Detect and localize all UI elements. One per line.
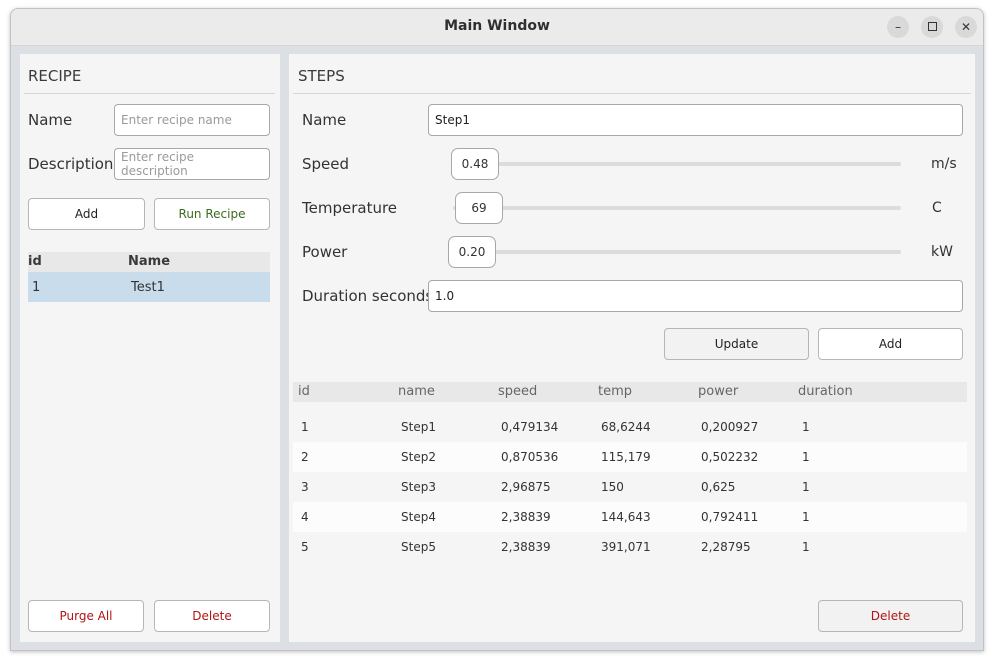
steps-divider	[293, 93, 971, 94]
step-row-speed: 0,870536	[501, 450, 559, 464]
step-row-id: 1	[301, 420, 309, 434]
temperature-slider-handle[interactable]: 69	[455, 192, 503, 224]
purge-all-button[interactable]: Purge All	[28, 600, 144, 632]
step-row-speed: 2,38839	[501, 510, 551, 524]
steps-table-row[interactable]: 1 Step1 0,479134 68,6244 0,200927 1	[293, 412, 967, 442]
steps-table-row[interactable]: 4 Step4 2,38839 144,643 0,792411 1	[293, 502, 967, 532]
steps-table-row[interactable]: 2 Step2 0,870536 115,179 0,502232 1	[293, 442, 967, 472]
step-row-temp: 115,179	[601, 450, 651, 464]
steps-panel: STEPS Name Step1 Speed 0.48 m/s Temperat…	[289, 54, 975, 642]
power-slider-handle[interactable]: 0.20	[448, 236, 496, 268]
step-row-id: 4	[301, 510, 309, 524]
step-row-temp: 150	[601, 480, 624, 494]
recipe-table-header: id Name	[28, 252, 270, 272]
step-name-input[interactable]: Step1	[428, 104, 963, 136]
main-window: Main Window – ✕ RECIPE Name Enter recipe…	[10, 8, 984, 651]
temperature-unit: C	[932, 200, 942, 216]
recipe-row-name: Test1	[131, 280, 165, 295]
steps-table-row[interactable]: 3 Step3 2,96875 150 0,625 1	[293, 472, 967, 502]
recipe-title: RECIPE	[28, 67, 82, 85]
steps-col-duration[interactable]: duration	[798, 384, 853, 399]
step-row-name: Step4	[401, 510, 436, 524]
temperature-slider-track[interactable]	[453, 206, 901, 210]
step-row-temp: 391,071	[601, 540, 651, 554]
recipe-col-name[interactable]: Name	[128, 254, 170, 269]
step-row-name: Step1	[401, 420, 436, 434]
close-icon: ✕	[960, 20, 972, 34]
speed-label: Speed	[302, 155, 350, 173]
step-add-button[interactable]: Add	[818, 328, 963, 360]
step-row-speed: 0,479134	[501, 420, 559, 434]
steps-col-temp[interactable]: temp	[598, 384, 632, 399]
recipe-name-input[interactable]: Enter recipe name	[114, 104, 270, 136]
recipe-description-input[interactable]: Enter recipe description	[114, 148, 270, 180]
recipe-description-label: Description	[28, 155, 114, 173]
step-delete-button[interactable]: Delete	[818, 600, 963, 632]
recipe-row-id: 1	[32, 280, 41, 295]
recipe-panel: RECIPE Name Enter recipe name Descriptio…	[20, 54, 280, 642]
recipe-delete-button[interactable]: Delete	[154, 600, 270, 632]
minimize-button[interactable]: –	[887, 16, 909, 38]
step-row-duration: 1	[802, 450, 810, 464]
steps-table-header: id name speed temp power duration	[293, 382, 967, 402]
step-name-label: Name	[302, 111, 347, 129]
recipe-name-label: Name	[28, 111, 73, 129]
speed-slider-handle[interactable]: 0.48	[451, 148, 499, 180]
step-row-power: 0,625	[701, 480, 736, 494]
duration-label: Duration seconds	[302, 287, 434, 305]
steps-table-row[interactable]: 5 Step5 2,38839 391,071 2,28795 1	[293, 532, 967, 562]
power-slider-track[interactable]	[448, 250, 901, 254]
maximize-icon	[927, 22, 937, 31]
recipe-divider	[24, 93, 275, 94]
title-bar[interactable]: Main Window – ✕	[11, 9, 983, 46]
step-row-speed: 2,38839	[501, 540, 551, 554]
steps-col-power[interactable]: power	[698, 384, 738, 399]
step-row-name: Step3	[401, 480, 436, 494]
power-label: Power	[302, 243, 348, 261]
step-row-id: 2	[301, 450, 309, 464]
steps-col-id[interactable]: id	[298, 384, 310, 399]
step-row-speed: 2,96875	[501, 480, 551, 494]
step-row-power: 0,200927	[701, 420, 759, 434]
step-row-id: 3	[301, 480, 309, 494]
step-row-temp: 144,643	[601, 510, 651, 524]
step-row-duration: 1	[802, 420, 810, 434]
duration-input[interactable]: 1.0	[428, 280, 963, 312]
close-button[interactable]: ✕	[955, 16, 977, 38]
step-update-button[interactable]: Update	[664, 328, 809, 360]
minimize-icon: –	[895, 20, 901, 34]
step-row-name: Step5	[401, 540, 436, 554]
step-row-power: 0,502232	[701, 450, 759, 464]
steps-col-speed[interactable]: speed	[498, 384, 537, 399]
run-recipe-button[interactable]: Run Recipe	[154, 198, 270, 230]
steps-title: STEPS	[298, 67, 345, 85]
step-row-power: 2,28795	[701, 540, 751, 554]
recipe-col-id[interactable]: id	[28, 254, 42, 269]
window-title: Main Window	[444, 18, 550, 34]
step-row-duration: 1	[802, 540, 810, 554]
step-row-power: 0,792411	[701, 510, 759, 524]
recipe-add-button[interactable]: Add	[28, 198, 145, 230]
recipe-table-row[interactable]: 1 Test1	[28, 272, 270, 302]
step-row-name: Step2	[401, 450, 436, 464]
step-row-id: 5	[301, 540, 309, 554]
step-row-duration: 1	[802, 480, 810, 494]
power-unit: kW	[931, 244, 953, 260]
maximize-button[interactable]	[921, 16, 943, 38]
step-row-temp: 68,6244	[601, 420, 651, 434]
steps-col-name[interactable]: name	[398, 384, 435, 399]
speed-unit: m/s	[931, 156, 957, 172]
speed-slider-track[interactable]	[451, 162, 901, 166]
temperature-label: Temperature	[302, 199, 398, 217]
step-row-duration: 1	[802, 510, 810, 524]
